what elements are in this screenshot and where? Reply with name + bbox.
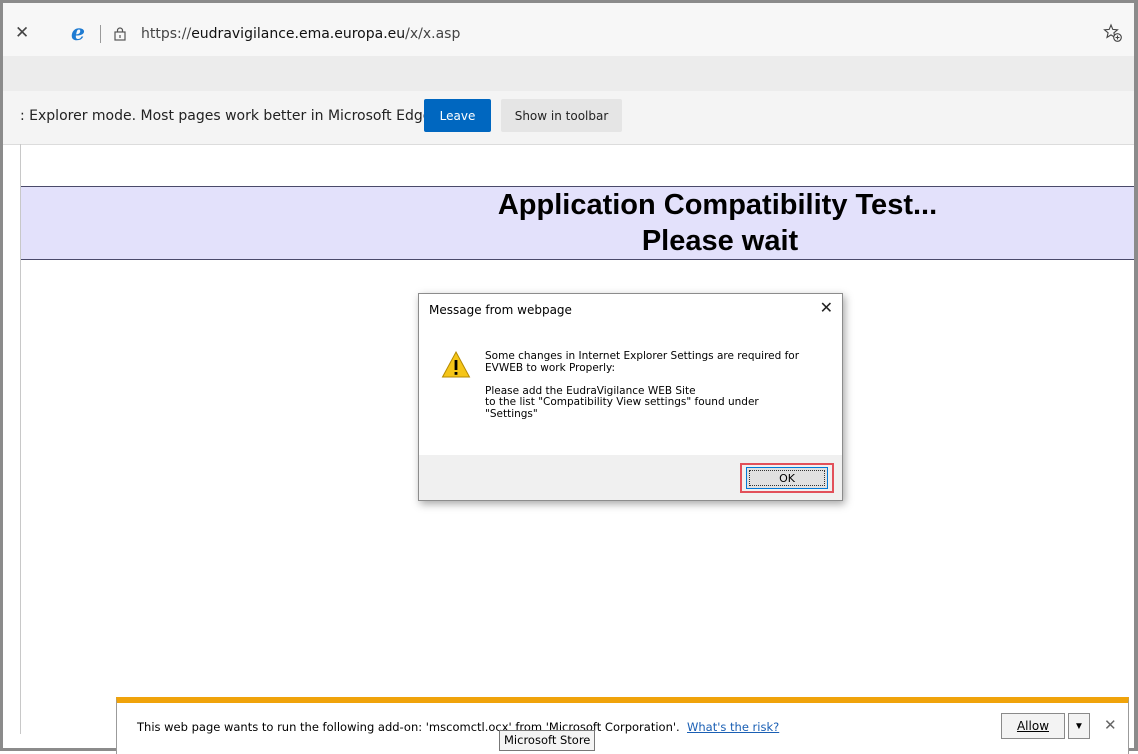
show-in-toolbar-button[interactable]: Show in toolbar: [501, 99, 622, 132]
leave-button[interactable]: Leave: [424, 99, 491, 132]
address-separator: [100, 25, 101, 43]
page-subtitle: Please wait: [641, 225, 799, 257]
warning-icon: [441, 350, 471, 378]
info-icon[interactable]: [113, 27, 127, 41]
allow-button[interactable]: Allow: [1001, 713, 1065, 739]
taskbar-tooltip: Microsoft Store: [499, 730, 596, 751]
addon-notification-bar: This web page wants to run the following…: [116, 697, 1129, 754]
ie-mode-message: : Explorer mode. Most pages work better …: [20, 108, 436, 124]
whats-the-risk-link[interactable]: What's the risk?: [687, 720, 779, 734]
ie-mode-infobar: : Explorer mode. Most pages work better …: [3, 91, 1134, 145]
browser-window: ✕ e https://eudravigilance.ema.europa.eu…: [0, 0, 1138, 754]
allow-dropdown-button[interactable]: ▼: [1068, 713, 1090, 739]
address-bar: ✕ e https://eudravigilance.ema.europa.eu…: [3, 3, 1134, 56]
addon-notification-message: This web page wants to run the following…: [137, 720, 680, 734]
dialog-close-icon[interactable]: ✕: [820, 298, 833, 318]
url-field[interactable]: https://eudravigilance.ema.europa.eu/x/x…: [141, 26, 460, 42]
add-favorite-icon[interactable]: [1103, 23, 1123, 43]
page-title: Application Compatibility Test...: [497, 189, 938, 221]
dialog-footer: OK: [419, 455, 842, 500]
notification-close-icon[interactable]: ✕: [1104, 716, 1117, 734]
toolbar-spacer: [3, 56, 1134, 91]
close-tab-icon[interactable]: ✕: [15, 25, 29, 42]
internet-explorer-icon: e: [71, 20, 85, 46]
dialog-message: Some changes in Internet Explorer Settin…: [485, 350, 800, 420]
message-dialog: Message from webpage ✕ Some changes in I…: [418, 293, 843, 501]
url-domain: eudravigilance.ema.europa.eu: [191, 26, 406, 42]
url-path: /x/x.asp: [405, 26, 461, 42]
url-scheme: https://: [141, 26, 192, 42]
dialog-title: Message from webpage: [429, 303, 572, 317]
allow-label: Allow: [1016, 719, 1050, 733]
ok-button[interactable]: OK: [746, 467, 828, 489]
